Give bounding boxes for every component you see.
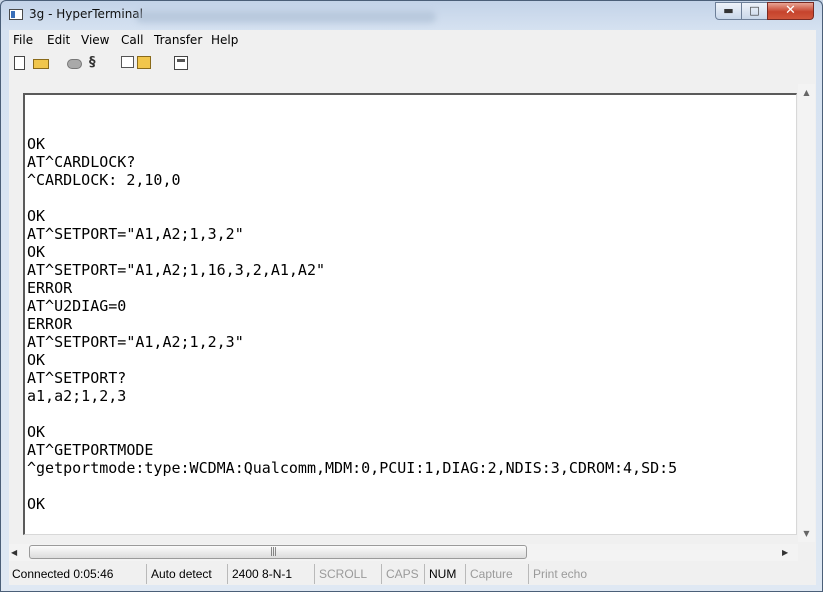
maximize-button[interactable]: □ (741, 2, 768, 20)
terminal-line: OK (27, 423, 46, 441)
scroll-up-button[interactable]: ▲ (798, 84, 815, 101)
scroll-left-button[interactable]: ◀ (11, 544, 25, 561)
scroll-grip: ||| (270, 547, 277, 557)
status-auto-detect: Auto detect (148, 564, 228, 584)
toolbar: § (9, 50, 816, 76)
terminal-line: OK (27, 243, 46, 261)
menu-file[interactable]: File (13, 33, 33, 47)
menu-call[interactable]: Call (121, 33, 143, 47)
properties-icon[interactable] (174, 56, 188, 70)
terminal-line: AT^SETPORT="A1,A2;1,3,2" (27, 225, 244, 243)
menu-transfer[interactable]: Transfer (154, 33, 202, 47)
terminal-line: OK (27, 207, 46, 225)
menu-help[interactable]: Help (211, 33, 238, 47)
new-icon[interactable] (14, 56, 25, 70)
vertical-scrollbar[interactable]: ▲ ▼ (798, 84, 815, 542)
terminal-line: AT^SETPORT? (27, 369, 127, 387)
menu-edit[interactable]: Edit (47, 33, 70, 47)
terminal-line: OK (27, 495, 46, 513)
terminal-output: OK AT^CARDLOCK? ^CARDLOCK: 2,10,0 OK AT^SETP… (27, 117, 677, 513)
terminal-line: AT^SETPORT="A1,A2;1,16,3,2,A1,A2" (27, 261, 326, 279)
terminal-line: OK (27, 135, 46, 153)
window-title: 3g - HyperTerminal (29, 7, 143, 21)
terminal-line: ERROR (27, 315, 73, 333)
horizontal-scrollbar[interactable]: ◀ ||| ▶ (9, 544, 798, 561)
open-icon[interactable] (33, 59, 49, 69)
terminal-line: AT^CARDLOCK? (27, 153, 136, 171)
status-caps-lock: CAPS (383, 564, 425, 584)
send-icon[interactable] (121, 56, 134, 68)
title-bar[interactable]: 3g - HyperTerminal ▬ □ ✕ (1, 1, 822, 29)
scroll-down-button[interactable]: ▼ (798, 525, 815, 542)
status-scroll-lock: SCROLL (316, 564, 382, 584)
terminal-line: ERROR (27, 279, 73, 297)
status-num-lock: NUM (426, 564, 466, 584)
close-button[interactable]: ✕ (767, 2, 814, 20)
menu-bar: File Edit View Call Transfer Help (9, 30, 816, 50)
status-port-settings: 2400 8-N-1 (229, 564, 315, 584)
window-client-area: File Edit View Call Transfer Help § OK AT… (9, 30, 816, 585)
terminal-screen[interactable]: OK AT^CARDLOCK? ^CARDLOCK: 2,10,0 OK AT^SETP… (23, 93, 797, 535)
terminal-line: a1,a2;1,2,3 (27, 387, 127, 405)
terminal-line: AT^GETPORTMODE (27, 441, 154, 459)
title-blur-overlay (136, 11, 436, 23)
terminal-line: ^CARDLOCK: 2,10,0 (27, 171, 181, 189)
receive-icon[interactable] (137, 56, 151, 69)
status-print-echo: Print echo (533, 567, 588, 581)
terminal-line: AT^SETPORT="A1,A2;1,2,3" (27, 333, 244, 351)
scroll-right-button[interactable]: ▶ (782, 544, 796, 561)
status-connected-time: Connected 0:05:46 (9, 564, 147, 584)
status-bar: Connected 0:05:46 Auto detect 2400 8-N-1… (9, 563, 816, 585)
dial-icon[interactable]: § (89, 56, 103, 71)
terminal-line: ^getportmode:type:WCDMA:Qualcomm,MDM:0,P… (27, 459, 678, 477)
terminal-line: OK (27, 351, 46, 369)
hyperterminal-app-icon[interactable] (9, 9, 23, 20)
minimize-button[interactable]: ▬ (715, 2, 742, 20)
hyperterminal-window: 3g - HyperTerminal ▬ □ ✕ File Edit View … (0, 0, 823, 592)
terminal-line: AT^U2DIAG=0 (27, 297, 127, 315)
horizontal-scroll-thumb[interactable]: ||| (29, 545, 527, 559)
menu-view[interactable]: View (81, 33, 109, 47)
status-capture: Capture (467, 564, 529, 584)
disconnect-icon[interactable] (67, 59, 82, 69)
